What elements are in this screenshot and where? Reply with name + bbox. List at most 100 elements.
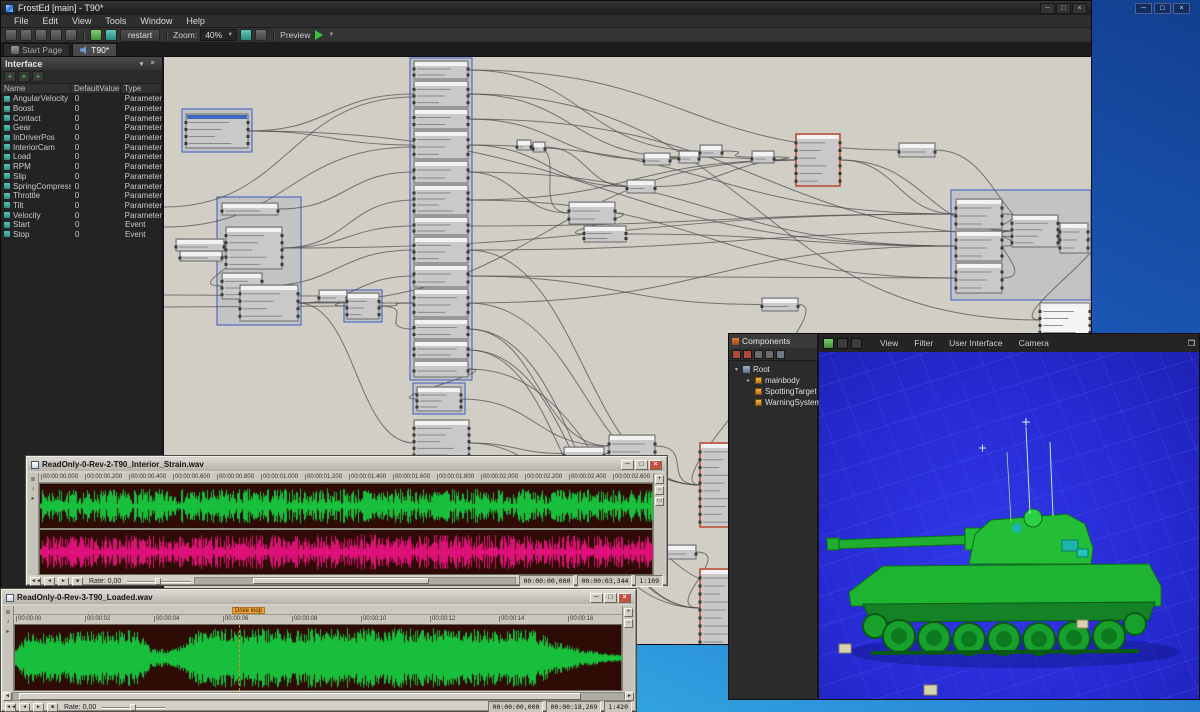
graph-node[interactable] (568, 202, 617, 224)
viewport-menu-camera[interactable]: Camera (1011, 338, 1057, 348)
scroll-left-icon[interactable]: ◄ (3, 692, 12, 701)
table-row[interactable]: InDriverPos0Parameter (1, 133, 162, 143)
restart-button[interactable]: restart (120, 29, 160, 42)
minimize-button[interactable]: ─ (1040, 3, 1055, 14)
menu-window[interactable]: Window (133, 16, 179, 26)
graph-node[interactable] (1039, 303, 1092, 337)
zoom-in-icon[interactable]: + (624, 608, 633, 617)
graph-node[interactable] (416, 387, 463, 411)
graph-node[interactable] (795, 134, 842, 186)
graph-node[interactable] (413, 217, 470, 235)
graph-node[interactable] (413, 265, 470, 287)
table-row[interactable]: Stop0Event (1, 230, 162, 240)
table-row[interactable]: Tilt0Parameter (1, 201, 162, 211)
viewport-3d[interactable] (819, 352, 1199, 699)
remove-component-icon[interactable] (743, 350, 752, 359)
graph-node[interactable] (185, 114, 250, 148)
graph-node[interactable] (225, 227, 284, 269)
menu-help[interactable]: Help (179, 16, 212, 26)
column-name[interactable]: Name (1, 84, 71, 93)
panel-header[interactable]: Interface ▾ × (1, 57, 162, 70)
graph-node[interactable] (626, 180, 657, 193)
tank-model[interactable] (827, 418, 1179, 668)
graph-node[interactable] (413, 109, 470, 129)
paste-component-icon[interactable] (765, 350, 774, 359)
horizontal-scrollbar[interactable]: ◄ ► (3, 692, 634, 701)
graph-node[interactable] (413, 161, 470, 183)
tree-item-mainbody[interactable]: ▸mainbody (729, 375, 817, 386)
graph-node[interactable] (955, 263, 1004, 293)
graph-node[interactable] (643, 153, 672, 165)
add-parameter-button[interactable]: + (4, 71, 16, 82)
table-row[interactable]: Gear0Parameter (1, 123, 162, 133)
graph-node[interactable] (346, 293, 381, 319)
graph-node[interactable] (413, 131, 470, 159)
table-row[interactable]: InteriorCam0Parameter (1, 142, 162, 152)
viewport-menu-filter[interactable]: Filter (906, 338, 941, 348)
grid-icon[interactable] (837, 338, 848, 349)
minimize-button[interactable]: ─ (621, 460, 634, 470)
graph-node[interactable] (413, 81, 470, 107)
save-all-icon[interactable] (50, 29, 62, 41)
table-row[interactable]: Boost0Parameter (1, 104, 162, 114)
minimize-icon[interactable]: ─ (1135, 3, 1152, 14)
chevron-down-icon[interactable]: ▼ (328, 32, 334, 38)
table-row[interactable]: Start0Event (1, 220, 162, 230)
graph-node[interactable] (221, 203, 280, 215)
light-icon[interactable] (851, 338, 862, 349)
graph-node[interactable] (1059, 223, 1090, 253)
menu-icon[interactable]: ≣ (30, 476, 35, 483)
tab-t90-[interactable]: T90* (72, 43, 117, 56)
scroll-right-icon[interactable]: ► (625, 692, 634, 701)
snapshot-icon[interactable] (255, 29, 267, 41)
table-row[interactable]: Velocity0Parameter (1, 210, 162, 220)
close-icon[interactable]: × (147, 60, 158, 67)
table-row[interactable]: Slip0Parameter (1, 172, 162, 182)
viewport-menu-view[interactable]: View (872, 338, 906, 348)
graph-node[interactable] (413, 185, 470, 215)
play-icon[interactable]: ► (58, 577, 69, 586)
menu-view[interactable]: View (65, 16, 98, 26)
close-button[interactable]: × (1072, 3, 1087, 14)
play-icon[interactable]: ▸ (6, 628, 9, 635)
column-type[interactable]: Type (121, 84, 162, 93)
waveform-area[interactable] (39, 483, 653, 575)
settings-icon[interactable] (776, 350, 785, 359)
open-file-icon[interactable] (20, 29, 32, 41)
table-row[interactable]: Contact0Parameter (1, 113, 162, 123)
graph-node[interactable] (239, 285, 300, 321)
add-item-button[interactable]: + (32, 71, 44, 82)
undo-icon[interactable] (65, 29, 77, 41)
zoom-fit-icon[interactable]: ▭ (655, 497, 664, 506)
graph-node[interactable] (175, 239, 226, 251)
graph-node[interactable] (955, 199, 1004, 229)
marker-flag[interactable]: Drive loop (232, 607, 265, 614)
graph-node[interactable] (583, 226, 628, 242)
waveform-right-channel[interactable] (40, 530, 654, 574)
tree-item-root[interactable]: ▾Root (729, 364, 817, 375)
graph-node[interactable] (1011, 215, 1060, 247)
connect-icon[interactable] (90, 29, 102, 41)
play-button[interactable] (315, 30, 323, 40)
new-file-icon[interactable] (5, 29, 17, 41)
menu-icon[interactable]: ≣ (5, 609, 10, 616)
waveform-channel[interactable] (15, 625, 625, 691)
graph-node[interactable] (413, 341, 470, 359)
dock-icon[interactable]: ❒ (1188, 339, 1195, 348)
close-icon[interactable]: × (1173, 3, 1190, 14)
horizontal-scrollbar[interactable] (194, 577, 516, 585)
maximize-button[interactable]: □ (604, 593, 617, 603)
marker-bar[interactable]: Drive loop (14, 606, 622, 615)
maximize-button[interactable]: □ (1056, 3, 1071, 14)
graph-node[interactable] (413, 361, 470, 377)
time-ruler[interactable]: 00:00:00.00000:00:00.20000:00:00.40000:0… (39, 473, 653, 483)
tab-start-page[interactable]: Start Page (3, 43, 70, 56)
table-row[interactable]: SpringCompression0Parameter (1, 181, 162, 191)
tree-item-spottingtarget[interactable]: SpottingTarget (729, 386, 817, 397)
table-row[interactable]: RPM0Parameter (1, 162, 162, 172)
waveform-left-channel[interactable] (40, 484, 654, 528)
graph-node[interactable] (413, 237, 470, 263)
audio1-title-bar[interactable]: ReadOnly-0-Rev-2-T90_Interior_Strain.wav… (28, 458, 665, 471)
graph-node[interactable] (699, 145, 724, 157)
menu-tools[interactable]: Tools (98, 16, 133, 26)
